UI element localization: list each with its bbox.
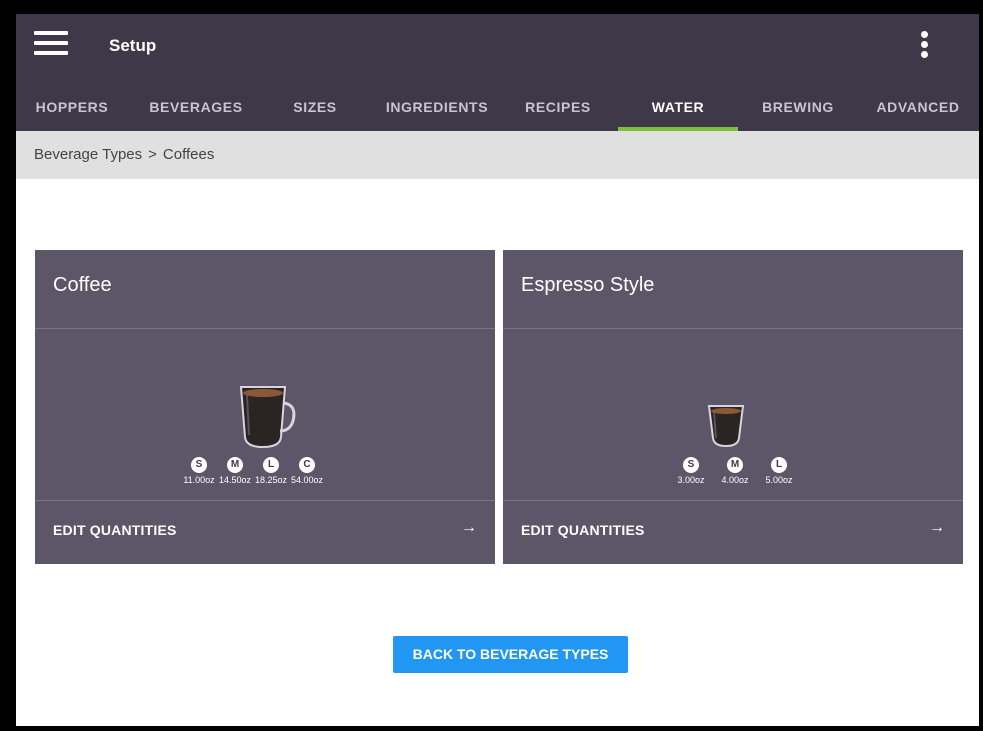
size-item: L 18.25oz [255, 457, 287, 485]
size-item: C 54.00oz [291, 457, 323, 485]
size-quantity: 18.25oz [255, 475, 288, 485]
size-item: M 4.00oz [715, 457, 755, 485]
size-badge: L [771, 457, 787, 473]
card-title: Espresso Style [521, 274, 655, 296]
size-item: M 14.50oz [219, 457, 251, 485]
arrow-right-icon: → [461, 519, 477, 536]
size-badge: S [191, 457, 207, 473]
size-item: S 3.00oz [671, 457, 711, 485]
tab-water[interactable]: WATER [618, 87, 738, 131]
tab-hoppers[interactable]: HOPPERS [26, 87, 118, 131]
app-frame: Setup HOPPERS BEVERAGES SIZES INGREDIENT… [16, 14, 979, 726]
card-divider [503, 328, 963, 329]
tab-brewing[interactable]: BREWING [752, 87, 844, 131]
breadcrumb-current: Coffees [162, 146, 215, 163]
size-quantity: 3.00oz [677, 475, 705, 485]
app-bar: Setup HOPPERS BEVERAGES SIZES INGREDIENT… [16, 14, 979, 131]
edit-quantities-button[interactable]: EDIT QUANTITIES → [35, 500, 495, 564]
more-options-icon[interactable] [916, 31, 932, 65]
page-title: Setup [109, 36, 157, 55]
size-badge: C [299, 457, 315, 473]
tab-bar: HOPPERS BEVERAGES SIZES INGREDIENTS RECI… [16, 87, 979, 131]
card-title: Coffee [53, 274, 112, 296]
breadcrumb: Beverage Types > Coffees [16, 131, 979, 179]
size-badge: M [227, 457, 243, 473]
back-to-beverage-types-button[interactable]: BACK TO BEVERAGE TYPES [393, 636, 628, 673]
edit-quantities-label: EDIT QUANTITIES [53, 522, 177, 538]
card-divider [35, 328, 495, 329]
arrow-right-icon: → [929, 519, 945, 536]
beverage-card-coffee: Coffee S 11.00oz M 14.50oz L 18.25oz C 5… [35, 250, 495, 564]
size-badge: L [263, 457, 279, 473]
size-item: L 5.00oz [759, 457, 799, 485]
tab-sizes[interactable]: SIZES [282, 87, 348, 131]
tab-recipes[interactable]: RECIPES [516, 87, 600, 131]
size-badge: M [727, 457, 743, 473]
edit-quantities-button[interactable]: EDIT QUANTITIES → [503, 500, 963, 564]
tab-advanced[interactable]: ADVANCED [868, 87, 968, 131]
size-item: S 11.00oz [183, 457, 215, 485]
size-badge: S [683, 457, 699, 473]
espresso-cup-icon [707, 405, 745, 448]
size-list: S 3.00oz M 4.00oz L 5.00oz [671, 457, 803, 485]
breadcrumb-separator: > [148, 146, 157, 163]
tab-ingredients[interactable]: INGREDIENTS [376, 87, 498, 131]
size-quantity: 11.00oz [183, 475, 215, 485]
edit-quantities-label: EDIT QUANTITIES [521, 522, 645, 538]
size-quantity: 4.00oz [721, 475, 749, 485]
size-list: S 11.00oz M 14.50oz L 18.25oz C 54.00oz [183, 457, 327, 485]
size-quantity: 54.00oz [291, 475, 324, 485]
breadcrumb-parent[interactable]: Beverage Types [34, 146, 142, 163]
coffee-cup-icon [239, 386, 296, 449]
size-quantity: 5.00oz [765, 475, 793, 485]
beverage-card-espresso: Espresso Style S 3.00oz M 4.00oz L 5.00o… [503, 250, 963, 564]
size-quantity: 14.50oz [219, 475, 252, 485]
hamburger-menu-icon[interactable] [34, 31, 68, 57]
tab-beverages[interactable]: BEVERAGES [140, 87, 252, 131]
